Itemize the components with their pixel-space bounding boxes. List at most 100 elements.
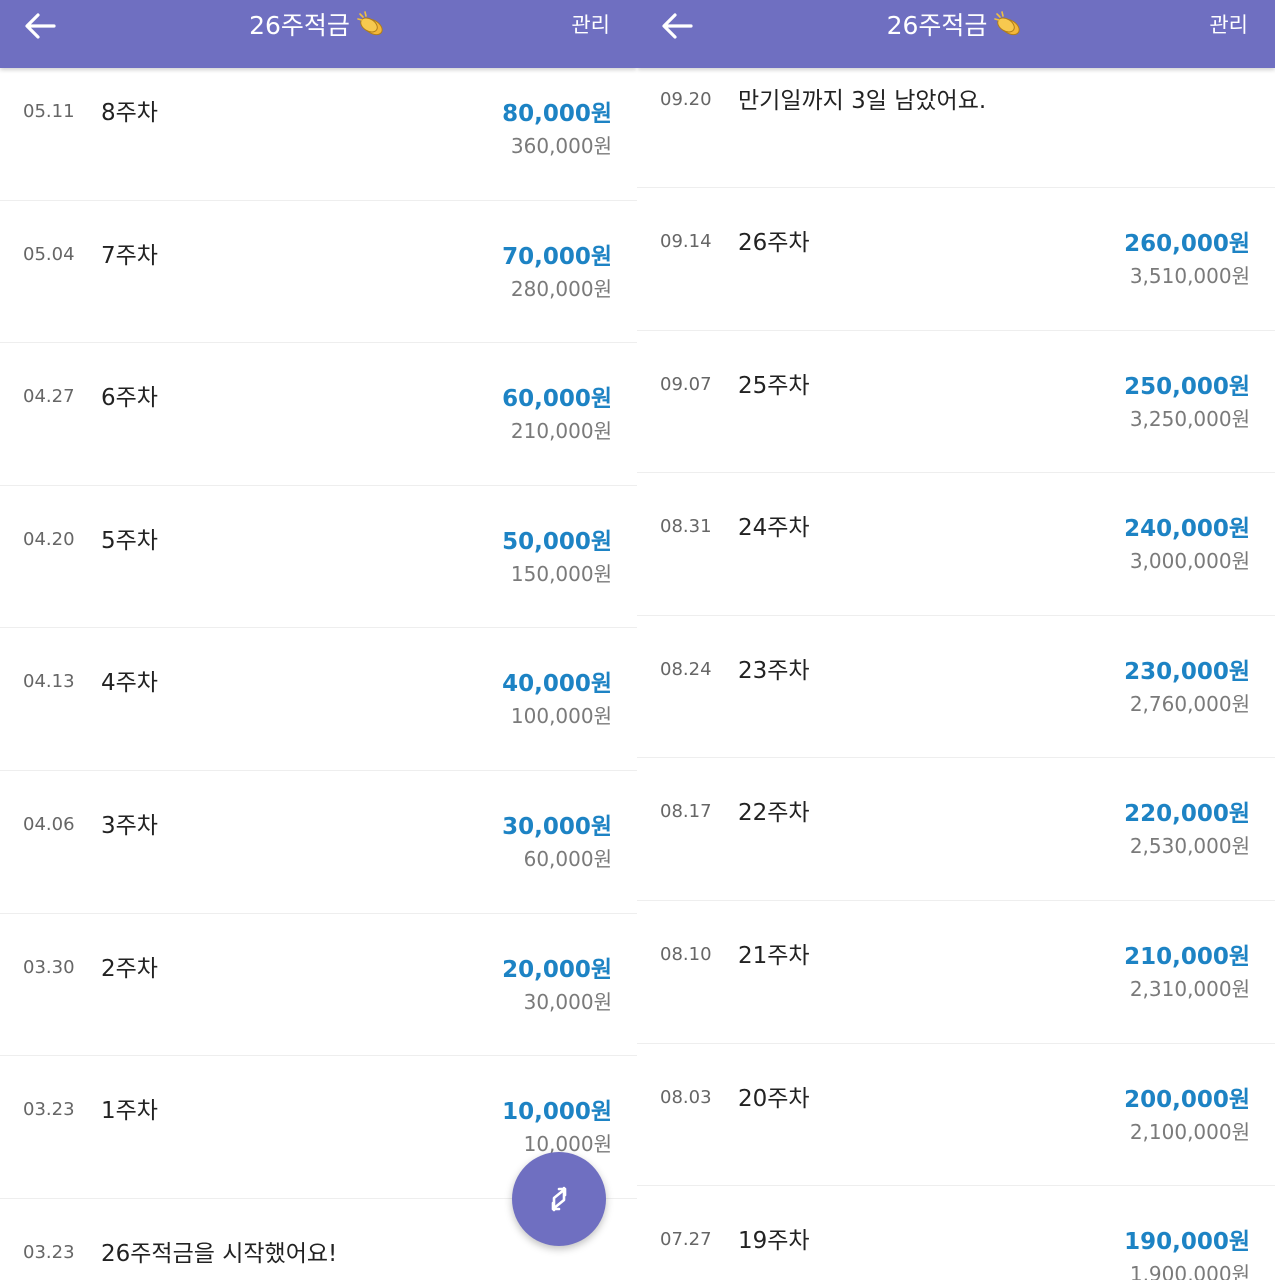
swap-fab-button[interactable]	[512, 1152, 606, 1246]
list-item[interactable]: 04.06 3주차 30,000원 60,000원	[0, 771, 637, 914]
item-cumulative-total: 280,000원	[510, 276, 612, 301]
item-date: 05.04	[23, 243, 75, 265]
item-date: 04.20	[23, 528, 75, 550]
item-week-label: 26주차	[738, 230, 810, 256]
item-amount: 230,000원	[1124, 658, 1250, 685]
start-message-text: 26주적금을 시작했어요!	[101, 1240, 338, 1267]
item-week-label: 8주차	[101, 100, 158, 126]
item-date: 05.11	[23, 101, 75, 122]
list-item[interactable]: 03.30 2주차 20,000원 30,000원	[0, 914, 637, 1057]
item-week-label: 7주차	[101, 242, 158, 269]
list-item[interactable]: 04.27 6주차 60,000원 210,000원	[0, 343, 637, 486]
item-amount: 80,000원	[502, 101, 612, 127]
item-cumulative-total: 2,310,000원	[1129, 976, 1250, 1001]
list-item[interactable]: 08.24 23주차 230,000원 2,760,000원	[637, 616, 1275, 759]
item-cumulative-total: 150,000원	[510, 561, 612, 586]
back-button[interactable]	[659, 8, 703, 48]
list-item[interactable]: 04.20 5주차 50,000원 150,000원	[0, 486, 637, 629]
item-amount: 240,000원	[1124, 516, 1250, 543]
list-item[interactable]: 05.04 7주차 70,000원 280,000원	[0, 201, 637, 344]
item-date: 09.20	[660, 89, 712, 110]
item-date: 08.17	[660, 801, 712, 823]
item-cumulative-total: 60,000원	[523, 846, 612, 871]
item-amount: 10,000원	[502, 1099, 612, 1126]
item-cumulative-total: 2,530,000원	[1129, 834, 1250, 859]
item-amount: 70,000원	[502, 243, 612, 270]
maturity-message-text: 만기일까지 3일 남았어요.	[738, 88, 987, 114]
app-bar: 26주적금 관리	[637, 0, 1275, 68]
right-screen: 26주적금 관리 09.20 만기일까지 3일 남았어요. 09.14 26주차…	[637, 0, 1275, 1280]
item-week-label: 19주차	[738, 1228, 810, 1255]
item-amount: 60,000원	[502, 386, 612, 413]
page-title: 26주적금	[249, 11, 350, 40]
item-week-label: 2주차	[101, 955, 158, 982]
manage-button[interactable]: 관리	[1209, 10, 1248, 40]
item-cumulative-total: 1,900,000원	[1129, 1262, 1250, 1280]
item-week-label: 20주차	[738, 1085, 810, 1112]
item-cumulative-total: 30,000원	[523, 989, 612, 1014]
page-title-container: 26주적금	[0, 8, 637, 44]
item-cumulative-total: 360,000원	[510, 134, 612, 158]
item-week-label: 23주차	[738, 657, 810, 684]
savings-list: 05.11 8주차 80,000원 360,000원 05.04 7주차 70,…	[0, 58, 637, 1280]
item-cumulative-total: 3,250,000원	[1129, 406, 1250, 431]
clapping-hands-icon	[357, 11, 383, 36]
item-week-label: 6주차	[101, 385, 158, 412]
item-week-label: 4주차	[101, 670, 158, 697]
list-item[interactable]: 08.03 20주차 200,000원 2,100,000원	[637, 1044, 1275, 1187]
app-bar: 26주적금 관리	[0, 0, 637, 68]
item-week-label: 21주차	[738, 942, 810, 969]
item-week-label: 5주차	[101, 527, 158, 554]
item-amount: 260,000원	[1124, 231, 1250, 257]
item-date: 04.06	[23, 813, 75, 835]
item-date: 03.23	[23, 1241, 75, 1263]
item-date: 08.03	[660, 1086, 712, 1108]
item-date: 08.31	[660, 516, 712, 538]
item-cumulative-total: 2,760,000원	[1129, 691, 1250, 716]
item-date: 03.30	[23, 956, 75, 978]
item-week-label: 1주차	[101, 1098, 158, 1125]
arrow-left-icon	[662, 13, 693, 39]
list-item[interactable]: 09.07 25주차 250,000원 3,250,000원	[637, 331, 1275, 474]
item-amount: 220,000원	[1124, 801, 1250, 828]
list-item[interactable]: 08.17 22주차 220,000원 2,530,000원	[637, 758, 1275, 901]
item-amount: 200,000원	[1124, 1086, 1250, 1113]
item-cumulative-total: 3,000,000원	[1129, 549, 1250, 574]
arrow-left-icon	[25, 13, 56, 39]
item-amount: 250,000원	[1124, 373, 1250, 400]
manage-button[interactable]: 관리	[571, 10, 610, 40]
swap-arrows-icon	[551, 1186, 567, 1212]
item-amount: 50,000원	[502, 528, 612, 555]
item-amount: 210,000원	[1124, 943, 1250, 970]
item-cumulative-total: 210,000원	[510, 419, 612, 444]
item-cumulative-total: 2,100,000원	[1129, 1119, 1250, 1144]
item-cumulative-total: 3,510,000원	[1129, 264, 1250, 288]
back-button[interactable]	[22, 8, 66, 48]
list-item[interactable]: 07.27 19주차 190,000원 1,900,000원	[637, 1186, 1275, 1280]
item-date: 08.24	[660, 658, 712, 680]
item-cumulative-total: 100,000원	[510, 704, 612, 729]
list-item[interactable]: 09.14 26주차 260,000원 3,510,000원	[637, 188, 1275, 331]
item-date: 08.10	[660, 943, 712, 965]
page-title: 26주적금	[886, 11, 988, 40]
item-amount: 40,000원	[502, 671, 612, 698]
list-item[interactable]: 04.13 4주차 40,000원 100,000원	[0, 628, 637, 771]
item-amount: 20,000원	[502, 956, 612, 983]
item-amount: 190,000원	[1124, 1229, 1250, 1256]
savings-list: 09.20 만기일까지 3일 남았어요. 09.14 26주차 260,000원…	[637, 46, 1275, 1280]
list-item[interactable]: 05.11 8주차 80,000원 360,000원	[0, 58, 637, 201]
list-item[interactable]: 08.31 24주차 240,000원 3,000,000원	[637, 473, 1275, 616]
page-title-container: 26주적금	[637, 8, 1275, 44]
item-date: 04.13	[23, 671, 75, 693]
left-screen: 26주적금 관리 05.11 8주차 80,000원 360,000원 05.0…	[0, 0, 637, 1280]
item-date: 03.23	[23, 1099, 75, 1121]
list-item[interactable]: 08.10 21주차 210,000원 2,310,000원	[637, 901, 1275, 1044]
item-week-label: 22주차	[738, 800, 810, 827]
item-week-label: 24주차	[738, 515, 810, 542]
clapping-hands-icon	[994, 11, 1021, 36]
item-amount: 30,000원	[502, 813, 612, 840]
item-date: 07.27	[660, 1229, 712, 1251]
item-week-label: 25주차	[738, 372, 810, 399]
item-date: 04.27	[23, 386, 75, 408]
item-date: 09.14	[660, 231, 712, 252]
